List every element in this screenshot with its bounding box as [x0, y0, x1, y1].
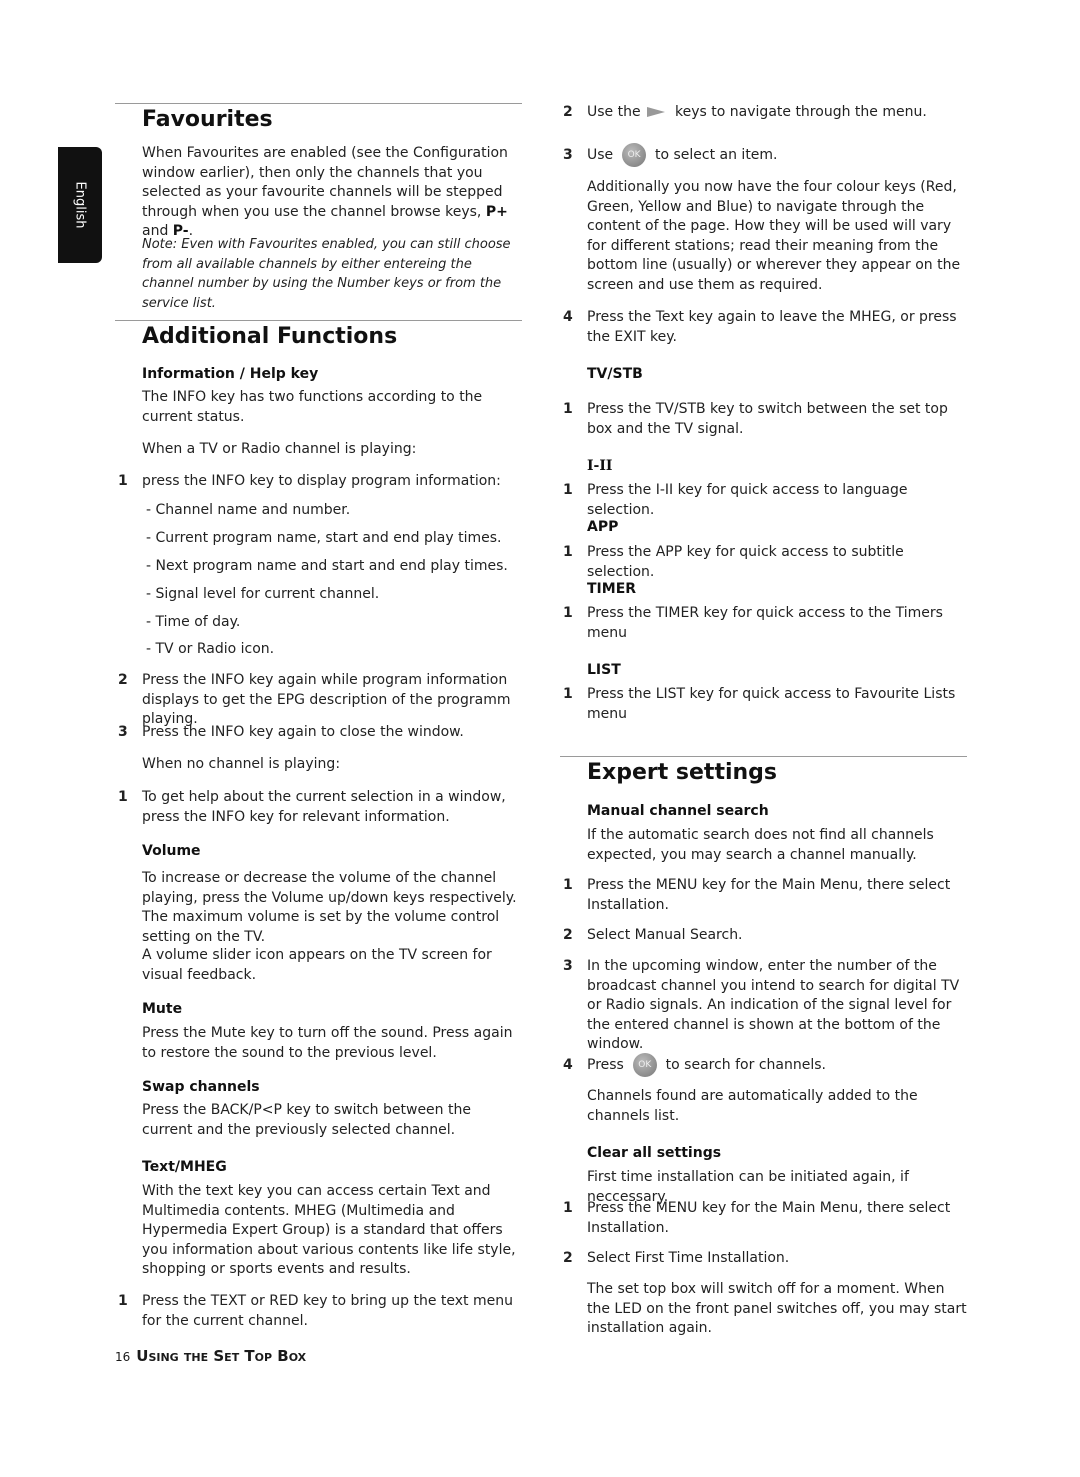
ok-button-icon: OK: [632, 1053, 657, 1077]
clear-step-1: Press the MENU key for the Main Menu, th…: [587, 1200, 951, 1236]
manual-step-4: Press OK to search for channels.: [587, 1053, 967, 1077]
subheading-list: LIST: [587, 662, 621, 678]
manual-intro: If the automatic search does not find al…: [587, 827, 934, 863]
info-intro: The INFO key has two functions according…: [142, 389, 483, 425]
info-playing: When a TV or Radio channel is playing:: [142, 441, 417, 457]
list-step: Press the LIST key for quick access to F…: [587, 686, 956, 722]
subheading-tv-stb: TV/STB: [587, 366, 643, 382]
clear-note: The set top box will switch off for a mo…: [587, 1281, 967, 1336]
page-number: 16: [115, 1350, 131, 1364]
ok-button-icon: OK: [622, 143, 647, 167]
subheading-i-ii: I-II: [587, 458, 613, 474]
manual-step-3: In the upcoming window, enter the number…: [587, 958, 960, 1052]
i-ii-step: Press the I-II key for quick access to l…: [587, 482, 908, 518]
info-step-1: press the INFO key to display program in…: [142, 473, 501, 489]
subheading-volume: Volume: [142, 843, 201, 859]
info-no-channel: When no channel is playing:: [142, 756, 341, 772]
info-bullet: - Channel name and number.: [146, 502, 351, 518]
subheading-mute: Mute: [142, 1001, 183, 1017]
clear-step-2: Select First Time Installation.: [587, 1250, 790, 1266]
heading-expert-settings: Expert settings: [587, 760, 778, 785]
arrow-key-icon: [646, 107, 665, 117]
manual-step-4-note: Channels found are automatically added t…: [587, 1088, 918, 1124]
section-title: Using the Set Top Box: [136, 1347, 307, 1365]
nav-step-3: Use OK to select an item.: [587, 143, 967, 167]
info-help-step: To get help about the current selection …: [142, 789, 506, 825]
colour-keys-text: Additionally you now have the four colou…: [587, 179, 961, 293]
tv-stb-step: Press the TV/STB key to switch between t…: [587, 401, 948, 437]
info-bullet: - TV or Radio icon.: [146, 641, 275, 657]
subheading-timer: TIMER: [587, 581, 637, 597]
language-tab: English: [58, 147, 102, 263]
divider: [115, 320, 522, 321]
app-step: Press the APP key for quick access to su…: [587, 544, 904, 580]
info-bullet: - Next program name and start and end pl…: [146, 558, 508, 574]
text-mheg-body: With the text key you can access certain…: [142, 1183, 516, 1277]
nav-step-2: Use the keys to navigate through the men…: [587, 104, 927, 120]
nav-step-4: Press the Text key again to leave the MH…: [587, 309, 957, 345]
subheading-info: Information / Help key: [142, 366, 319, 382]
subheading-manual-search: Manual channel search: [587, 803, 769, 819]
subheading-swap: Swap channels: [142, 1079, 260, 1095]
divider: [560, 756, 967, 757]
heading-additional-functions: Additional Functions: [142, 324, 398, 349]
info-bullet: - Current program name, start and end pl…: [146, 530, 502, 546]
text-step-1: Press the TEXT or RED key to bring up th…: [142, 1293, 513, 1329]
info-bullet: - Signal level for current channel.: [146, 586, 380, 602]
info-bullet: - Time of day.: [146, 614, 241, 630]
subheading-text-mheg: Text/MHEG: [142, 1159, 227, 1175]
info-step-2: Press the INFO key again while program i…: [142, 672, 511, 727]
page-footer: 16 Using the Set Top Box: [115, 1347, 306, 1365]
divider: [115, 103, 522, 104]
favourites-note: Note: Even with Favourites enabled, you …: [142, 237, 511, 311]
subheading-clear-settings: Clear all settings: [587, 1145, 722, 1161]
swap-body: Press the BACK/P<P key to switch between…: [142, 1102, 471, 1138]
heading-favourites: Favourites: [142, 107, 273, 132]
manual-step-2: Select Manual Search.: [587, 927, 743, 943]
manual-step-1: Press the MENU key for the Main Menu, th…: [587, 877, 951, 913]
volume-body: To increase or decrease the volume of th…: [142, 870, 517, 945]
subheading-app: APP: [587, 519, 619, 535]
favourites-body: When Favourites are enabled (see the Con…: [142, 145, 508, 239]
info-step-3: Press the INFO key again to close the wi…: [142, 724, 464, 740]
volume-body-2: A volume slider icon appears on the TV s…: [142, 947, 492, 983]
timer-step: Press the TIMER key for quick access to …: [587, 605, 943, 641]
mute-body: Press the Mute key to turn off the sound…: [142, 1025, 513, 1061]
